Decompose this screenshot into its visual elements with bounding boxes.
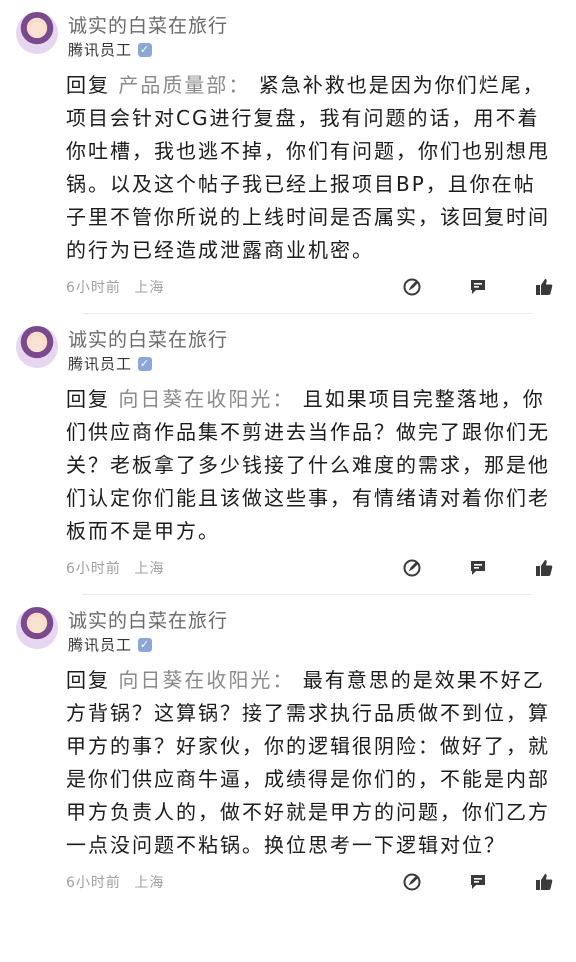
- author-role: 腾讯员工 ✓: [68, 353, 228, 375]
- author-role: 腾讯员工 ✓: [68, 634, 228, 656]
- reply-actions: [402, 558, 554, 578]
- compass-edit-icon[interactable]: [402, 277, 422, 297]
- reply-item: 诚实的白菜在旅行 腾讯员工 ✓ 回复 产品质量部： 紧急补救也是因为你们烂尾，项…: [0, 0, 576, 314]
- reply-item: 诚实的白菜在旅行 腾讯员工 ✓ 回复 向日葵在收阳光： 最有意思的是效果不好乙方…: [0, 595, 576, 902]
- reply-meta: 6小时前 上海: [66, 558, 164, 578]
- role-label: 腾讯员工: [68, 355, 133, 373]
- reply-location: 上海: [134, 561, 165, 577]
- reply-content[interactable]: 回复 向日葵在收阳光： 且如果项目完整落地，你们供应商作品集不剪进去当作品？做完…: [66, 383, 554, 548]
- reply-footer: 6小时前 上海: [66, 267, 554, 307]
- reply-text: 最有意思的是效果不好乙方背锅？这算锅？接了需求执行品质做不到位，算甲方的事？好家…: [66, 668, 550, 857]
- avatar[interactable]: [16, 326, 58, 368]
- avatar[interactable]: [16, 607, 58, 649]
- reply-meta: 6小时前 上海: [66, 872, 164, 892]
- author-nickname[interactable]: 诚实的白菜在旅行: [68, 609, 228, 633]
- reply-prefix: 回复: [66, 668, 110, 692]
- author-role: 腾讯员工 ✓: [68, 39, 228, 61]
- thumbs-up-icon[interactable]: [534, 558, 554, 578]
- reply-time: 6小时前: [66, 280, 121, 296]
- comment-icon[interactable]: [468, 558, 488, 578]
- reply-prefix: 回复: [66, 387, 110, 411]
- reply-text: 紧急补救也是因为你们烂尾，项目会针对CG进行复盘，我有问题的话，用不着你吐槽，我…: [66, 73, 550, 262]
- author-nickname[interactable]: 诚实的白菜在旅行: [68, 14, 228, 38]
- reply-content[interactable]: 回复 向日葵在收阳光： 最有意思的是效果不好乙方背锅？这算锅？接了需求执行品质做…: [66, 664, 554, 862]
- reply-actions: [402, 872, 554, 892]
- reply-meta: 6小时前 上海: [66, 277, 164, 297]
- author-nickname[interactable]: 诚实的白菜在旅行: [68, 328, 228, 352]
- thumbs-up-icon[interactable]: [534, 277, 554, 297]
- thumbs-up-icon[interactable]: [534, 872, 554, 892]
- reply-time: 6小时前: [66, 875, 121, 891]
- reply-target[interactable]: 向日葵在收阳光：: [118, 387, 294, 411]
- compass-edit-icon[interactable]: [402, 558, 422, 578]
- reply-footer: 6小时前 上海: [66, 548, 554, 588]
- author-info: 诚实的白菜在旅行 腾讯员工 ✓: [68, 12, 228, 61]
- reply-target[interactable]: 向日葵在收阳光：: [118, 668, 294, 692]
- reply-actions: [402, 277, 554, 297]
- reply-header: 诚实的白菜在旅行 腾讯员工 ✓: [16, 607, 554, 656]
- reply-header: 诚实的白菜在旅行 腾讯员工 ✓: [16, 12, 554, 61]
- author-info: 诚实的白菜在旅行 腾讯员工 ✓: [68, 326, 228, 375]
- reply-location: 上海: [134, 875, 165, 891]
- reply-time: 6小时前: [66, 561, 121, 577]
- reply-header: 诚实的白菜在旅行 腾讯员工 ✓: [16, 326, 554, 375]
- verified-badge-icon: ✓: [138, 357, 153, 371]
- comment-icon[interactable]: [468, 872, 488, 892]
- reply-prefix: 回复: [66, 73, 110, 97]
- avatar[interactable]: [16, 12, 58, 54]
- compass-edit-icon[interactable]: [402, 872, 422, 892]
- verified-badge-icon: ✓: [138, 43, 153, 57]
- reply-footer: 6小时前 上海: [66, 862, 554, 902]
- reply-location: 上海: [134, 280, 165, 296]
- reply-target[interactable]: 产品质量部：: [118, 73, 250, 97]
- role-label: 腾讯员工: [68, 636, 133, 654]
- comment-icon[interactable]: [468, 277, 488, 297]
- reply-content[interactable]: 回复 产品质量部： 紧急补救也是因为你们烂尾，项目会针对CG进行复盘，我有问题的…: [66, 69, 554, 267]
- reply-item: 诚实的白菜在旅行 腾讯员工 ✓ 回复 向日葵在收阳光： 且如果项目完整落地，你们…: [0, 314, 576, 595]
- verified-badge-icon: ✓: [138, 638, 153, 652]
- author-info: 诚实的白菜在旅行 腾讯员工 ✓: [68, 607, 228, 656]
- role-label: 腾讯员工: [68, 41, 133, 59]
